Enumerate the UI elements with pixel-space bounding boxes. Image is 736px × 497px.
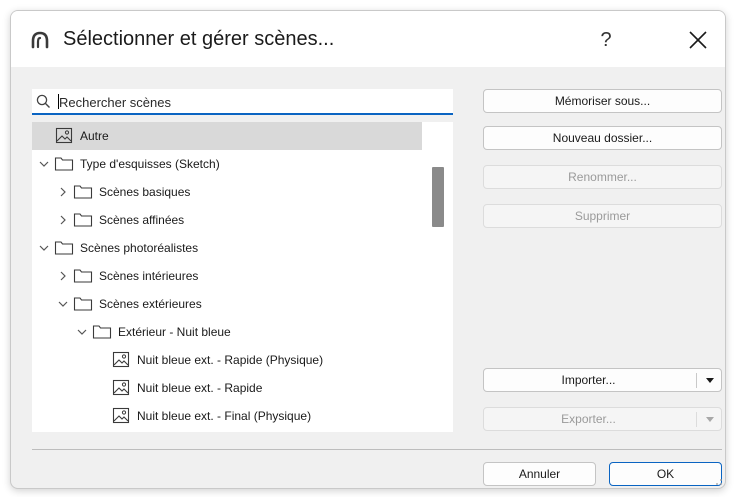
scene-image-icon: [55, 127, 73, 144]
split-divider: [696, 412, 697, 427]
tree-item-label: Type d'esquisses (Sketch): [80, 157, 220, 171]
tree-item-label: Nuit bleue ext. - Final (Physique): [137, 409, 312, 423]
scrollbar-thumb[interactable]: [432, 167, 444, 227]
tree-folder-row[interactable]: Scènes basiques: [32, 178, 422, 206]
import-label: Importer...: [561, 373, 616, 387]
save-as-button[interactable]: Mémoriser sous...: [483, 89, 722, 113]
delete-label: Supprimer: [574, 209, 631, 223]
tree-scene-row[interactable]: Autre: [32, 122, 422, 150]
delete-button[interactable]: Supprimer: [483, 204, 722, 228]
ok-label: OK: [656, 467, 675, 481]
chevron-down-icon[interactable]: [76, 326, 88, 338]
new-folder-button[interactable]: Nouveau dossier...: [483, 126, 722, 150]
scene-tree[interactable]: Autre Type d'esquisses (Sketch) Scènes bas…: [32, 122, 453, 432]
tree-item-label: Nuit bleue ext. - Rapide: [137, 381, 263, 395]
search-input[interactable]: [59, 92, 439, 112]
export-button[interactable]: Exporter...: [483, 407, 722, 431]
tree-folder-row[interactable]: Scènes extérieures: [32, 290, 422, 318]
tree-item-label: Scènes affinées: [99, 213, 185, 227]
save-as-label: Mémoriser sous...: [554, 94, 651, 108]
cancel-button[interactable]: Annuler: [483, 462, 596, 486]
rename-label: Renommer...: [568, 170, 637, 184]
chevron-down-icon[interactable]: [706, 417, 714, 422]
tree-item-label: Extérieur - Nuit bleue: [118, 325, 231, 339]
folder-icon: [73, 185, 93, 199]
title-bar[interactable]: Sélectionner et gérer scènes... ?: [11, 11, 725, 67]
tree-folder-row[interactable]: Scènes photoréalistes: [32, 234, 422, 262]
scene-image-icon: [112, 379, 130, 396]
cancel-label: Annuler: [518, 467, 561, 481]
new-folder-label: Nouveau dossier...: [552, 131, 653, 145]
chevron-right-icon[interactable]: [57, 214, 69, 226]
chevron-down-icon[interactable]: [706, 378, 714, 383]
ok-button[interactable]: OK: [609, 462, 722, 486]
import-button[interactable]: Importer...: [483, 368, 722, 392]
chevron-right-icon[interactable]: [57, 186, 69, 198]
folder-icon: [73, 213, 93, 227]
tree-scene-row[interactable]: Nuit bleue ext. - Final (Physique): [32, 402, 422, 430]
tree-folder-row[interactable]: Scènes affinées: [32, 206, 422, 234]
tree-item-label: Scènes basiques: [99, 185, 191, 199]
split-divider: [696, 373, 697, 388]
tree-scene-row[interactable]: Nuit bleue ext. - Rapide: [32, 374, 422, 402]
tree-folder-row[interactable]: Extérieur - Nuit bleue: [32, 318, 422, 346]
export-label: Exporter...: [561, 412, 616, 426]
rename-button[interactable]: Renommer...: [483, 165, 722, 189]
tree-scene-row[interactable]: Nuit bleue ext. - Rapide (Physique): [32, 346, 422, 374]
help-button[interactable]: ?: [591, 25, 621, 55]
tree-folder-row[interactable]: Scènes intérieures: [32, 262, 422, 290]
folder-icon: [73, 297, 93, 311]
tree-folder-row[interactable]: Type d'esquisses (Sketch): [32, 150, 422, 178]
scene-image-icon: [112, 407, 130, 424]
footer-divider: [32, 449, 722, 450]
tree-item-label: Scènes extérieures: [99, 297, 202, 311]
resize-grip-icon[interactable]: [713, 476, 723, 486]
chevron-down-icon[interactable]: [57, 298, 69, 310]
tree-item-label: Nuit bleue ext. - Rapide (Physique): [137, 353, 324, 367]
scene-manager-dialog: Sélectionner et gérer scènes... ? Autre T…: [10, 10, 726, 489]
dialog-title: Sélectionner et gérer scènes...: [63, 28, 335, 50]
chevron-right-icon[interactable]: [57, 270, 69, 282]
folder-icon: [54, 157, 74, 171]
tree-item-label: Autre: [80, 129, 109, 143]
tree-item-label: Scènes photoréalistes: [80, 241, 199, 255]
folder-icon: [54, 241, 74, 255]
close-icon[interactable]: [683, 25, 713, 55]
app-logo-icon: [31, 31, 49, 49]
folder-icon: [73, 269, 93, 283]
search-icon: [36, 94, 50, 108]
folder-icon: [92, 325, 112, 339]
search-box[interactable]: [32, 89, 453, 115]
chevron-down-icon[interactable]: [38, 158, 50, 170]
scene-image-icon: [112, 351, 130, 368]
tree-item-label: Scènes intérieures: [99, 269, 199, 283]
chevron-down-icon[interactable]: [38, 242, 50, 254]
